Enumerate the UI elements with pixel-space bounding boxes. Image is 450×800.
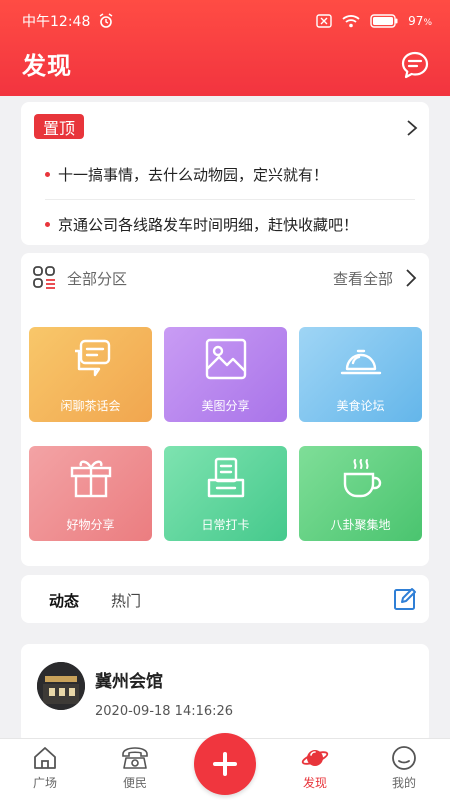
image-icon bbox=[205, 338, 247, 380]
category-label: 美图分享 bbox=[201, 399, 250, 413]
alarm-icon bbox=[99, 13, 113, 28]
category-tile-checkin[interactable]: 日常打卡 bbox=[164, 446, 287, 541]
pinned-item[interactable]: 十一搞事情，去什么动物园，定兴就有！ bbox=[45, 164, 328, 185]
nav-convenience[interactable]: 便民 bbox=[105, 745, 165, 791]
category-tile-goods[interactable]: 好物分享 bbox=[29, 446, 152, 541]
categories-card: 全部分区 查看全部 闲聊茶话会 美图分享 美食论坛 好物分享 日常打卡 八卦聚集… bbox=[21, 253, 429, 566]
post-author[interactable]: 冀州会馆 bbox=[95, 667, 163, 692]
pinned-item-text: 十一搞事情，去什么动物园，定兴就有！ bbox=[58, 166, 329, 184]
category-tile-gossip[interactable]: 八卦聚集地 bbox=[299, 446, 422, 541]
pinned-item[interactable]: 京通公司各线路发车时间明细，赶快收藏吧！ bbox=[45, 214, 358, 235]
category-label: 八卦聚集地 bbox=[330, 518, 391, 532]
feed-tabs-card: 动态 热门 bbox=[21, 575, 429, 623]
status-bar: 中午12:48 97% bbox=[22, 10, 432, 32]
category-label: 好物分享 bbox=[66, 518, 115, 532]
header: 中午12:48 97% 发现 bbox=[0, 0, 450, 96]
add-post-button[interactable] bbox=[194, 733, 256, 795]
status-time: 中午12:48 bbox=[22, 14, 91, 30]
nav-square[interactable]: 广场 bbox=[15, 745, 75, 791]
battery-level: 97 bbox=[408, 14, 424, 28]
post-card[interactable]: 冀州会馆 2020-09-18 14:16:26 bbox=[21, 644, 429, 744]
tab-dynamic[interactable]: 动态 bbox=[49, 590, 79, 611]
food-cloche-icon bbox=[340, 349, 382, 375]
home-icon bbox=[34, 747, 56, 769]
avatar[interactable] bbox=[37, 662, 85, 710]
battery-icon bbox=[370, 14, 398, 28]
category-tile-food[interactable]: 美食论坛 bbox=[299, 327, 422, 422]
coffee-cup-icon bbox=[343, 459, 382, 498]
category-label: 美食论坛 bbox=[336, 399, 385, 413]
category-label: 闲聊茶话会 bbox=[60, 399, 121, 413]
grid-menu-icon bbox=[33, 266, 55, 289]
divider bbox=[45, 199, 415, 200]
checkin-printer-icon bbox=[207, 457, 245, 498]
chevron-right-icon[interactable] bbox=[404, 269, 418, 287]
avatar-image bbox=[37, 662, 85, 710]
gift-icon bbox=[70, 460, 112, 498]
nav-label: 我的 bbox=[391, 776, 416, 790]
categories-title: 全部分区 bbox=[67, 270, 128, 288]
pinned-badge: 置顶 bbox=[34, 114, 84, 139]
phone-icon bbox=[122, 747, 148, 769]
chevron-right-icon[interactable] bbox=[405, 118, 419, 136]
nav-label: 广场 bbox=[32, 776, 57, 790]
category-tile-images[interactable]: 美图分享 bbox=[164, 327, 287, 422]
planet-icon bbox=[301, 750, 329, 766]
pinned-item-text: 京通公司各线路发车时间明细，赶快收藏吧！ bbox=[58, 216, 359, 234]
view-all-link[interactable]: 查看全部 bbox=[333, 268, 393, 289]
face-icon bbox=[392, 746, 416, 770]
tab-hot[interactable]: 热门 bbox=[111, 590, 141, 611]
nav-discover[interactable]: 发现 bbox=[285, 745, 345, 791]
post-time: 2020-09-18 14:16:26 bbox=[95, 704, 234, 719]
category-label: 日常打卡 bbox=[201, 518, 250, 532]
category-tile-chat[interactable]: 闲聊茶话会 bbox=[29, 327, 152, 422]
page-title: 发现 bbox=[22, 52, 72, 80]
nav-label: 发现 bbox=[302, 776, 327, 790]
plus-icon bbox=[213, 752, 237, 776]
nav-mine[interactable]: 我的 bbox=[374, 745, 434, 791]
edit-icon[interactable] bbox=[393, 587, 417, 611]
pinned-card: 置顶 十一搞事情，去什么动物园，定兴就有！ 京通公司各线路发车时间明细，赶快收藏… bbox=[21, 102, 429, 245]
chat-icon bbox=[75, 339, 111, 377]
wifi-icon bbox=[342, 15, 360, 28]
message-icon[interactable] bbox=[400, 50, 430, 80]
sim-icon bbox=[316, 14, 332, 28]
nav-label: 便民 bbox=[122, 776, 147, 790]
